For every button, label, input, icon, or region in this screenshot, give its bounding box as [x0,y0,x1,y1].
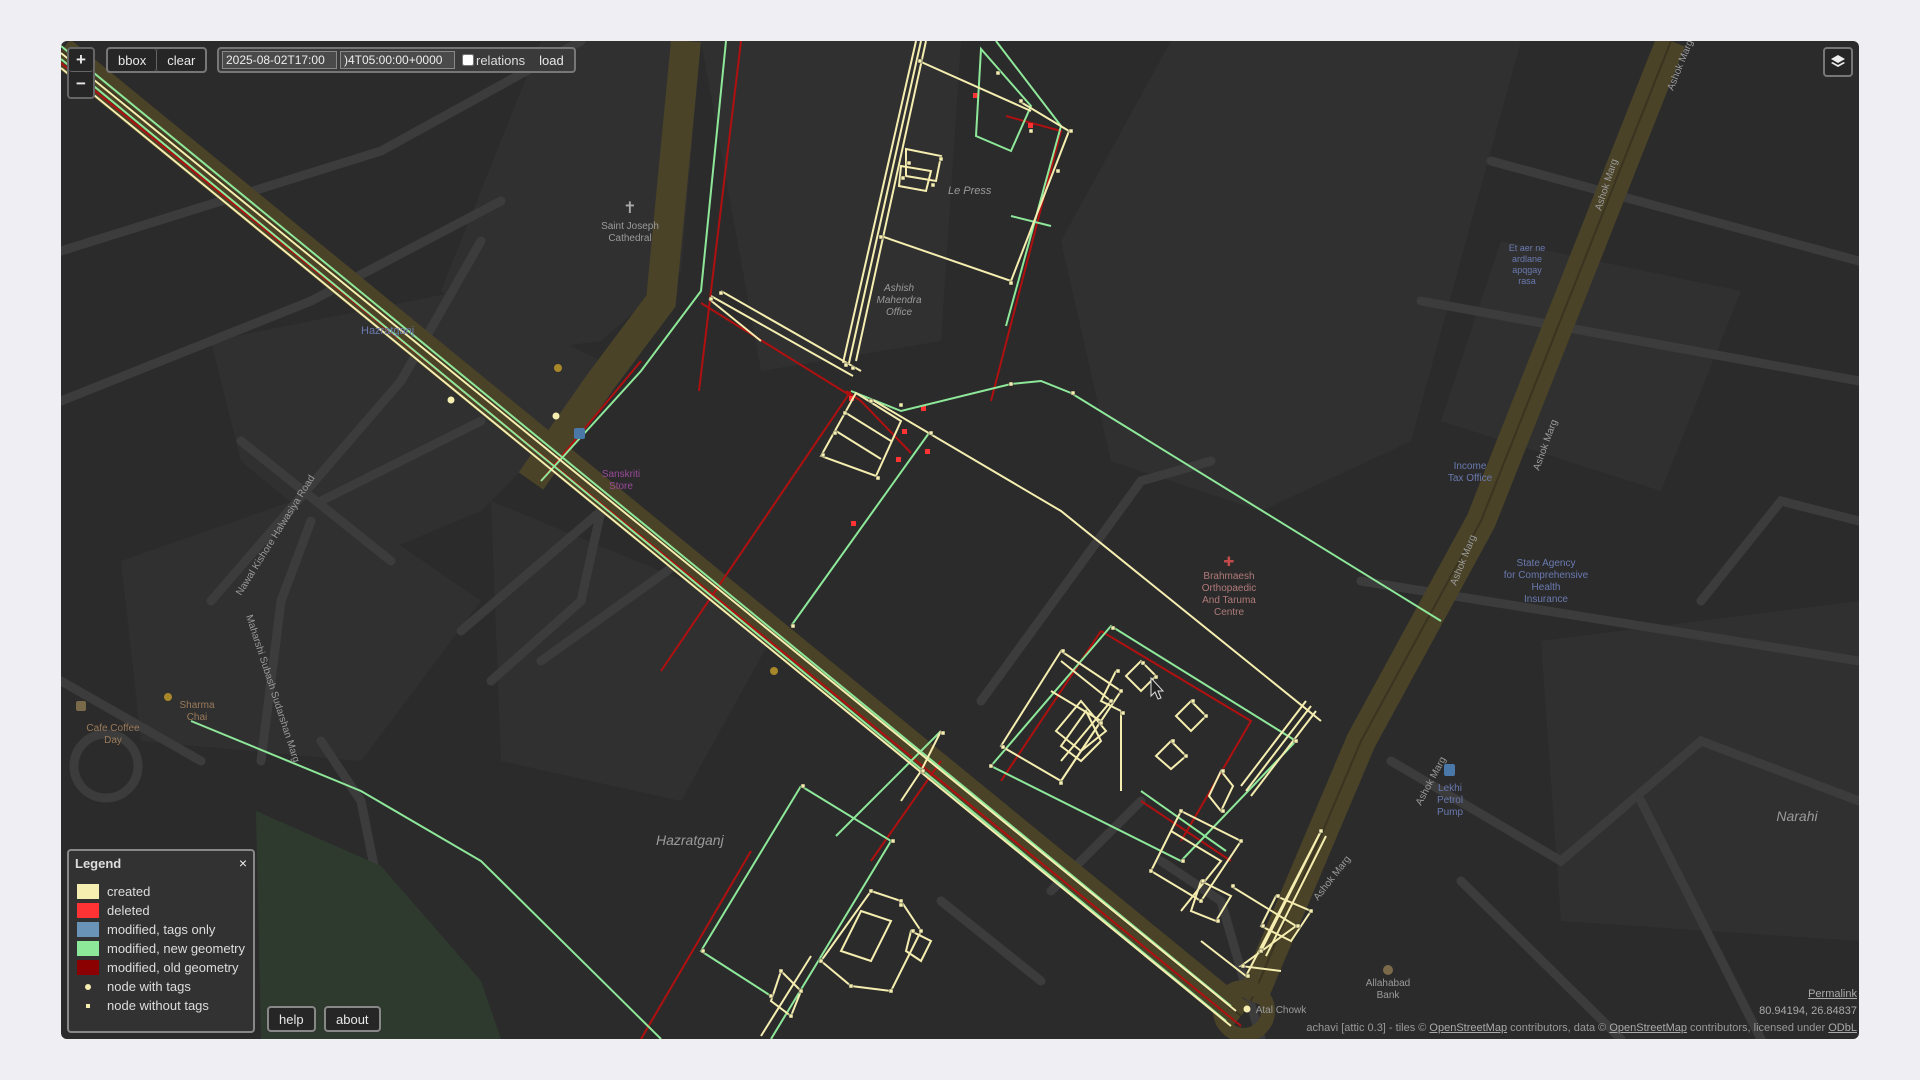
map-canvas[interactable]: ✝ ✚ Saint Joseph Cathedral Hazratganj Haz… [61,41,1859,1039]
legend-panel: Legend × created deleted modified, tags … [67,849,255,1033]
label-income-tax-1: Income [1454,461,1487,472]
help-button[interactable]: help [267,1006,316,1032]
label-le-press: Le Press [948,185,992,197]
coordinates-readout: 80.94194, 26.84837 [1759,1005,1857,1017]
label-kiosk-4: rasa [1518,276,1536,286]
label-kiosk-3: apqgay [1512,265,1542,275]
label-sanskriti-1: Sanskriti [602,469,640,480]
legend-item-tags-only: modified, tags only [69,920,253,939]
label-atal-chowk: Atal Chowk [1256,1005,1308,1016]
label-state-agency-1: State Agency [1517,558,1576,569]
legend-item-deleted: deleted [69,901,253,920]
relations-option[interactable]: relations [458,53,529,68]
permalink-link[interactable]: Permalink [1808,988,1857,1000]
label-kiosk-2: ardlane [1512,254,1542,264]
label-office-2: Mahendra [876,295,921,306]
map-viewport[interactable]: ✝ ✚ Saint Joseph Cathedral Hazratganj Haz… [61,41,1859,1039]
svg-text:IncomeTax Office: Income Tax Office [1448,461,1493,484]
label-allahabad-2: Bank [1377,990,1401,1001]
legend-item-new-geometry: modified, new geometry [69,939,253,958]
svg-text:✝: ✝ [623,198,636,217]
label-office-3: Office [886,307,913,318]
about-button[interactable]: about [324,1006,381,1032]
time-range-controls: relations load [217,47,576,73]
odbl-link[interactable]: ODbL [1828,1022,1857,1034]
legend-swatch-old-geometry [77,960,99,975]
label-hazratganj-top: Hazratganj [361,325,414,337]
attribution-prefix: achavi [attic 0.3] - tiles © [1306,1022,1430,1034]
zoom-out-button[interactable]: − [69,72,93,95]
legend-swatch-deleted [77,903,99,918]
label-brahmaesh-1: Brahmaesh [1203,571,1254,582]
label-cathedral-2: Cathedral [608,233,651,244]
bbox-button[interactable]: bbox [108,49,158,71]
attribution-mid-2: contributors, licensed under [1687,1022,1829,1034]
label-cafe-2: Day [104,735,122,746]
label-allahabad-1: Allahabad [1366,978,1410,989]
tagged-node-icon [85,983,91,990]
relations-label: relations [476,52,526,68]
clear-button[interactable]: clear [157,49,206,71]
legend-close-button[interactable]: × [239,855,247,871]
label-income-tax-2: Tax Office [1448,473,1493,484]
label-cathedral-1: Saint Joseph [601,221,659,232]
legend-item-old-geometry: modified, old geometry [69,958,253,977]
label-office-1: Ashish [883,283,914,294]
svg-text:LekhiPetrolPump: Lekhi Petrol Pump [1437,783,1464,818]
label-lekhi-3: Pump [1437,807,1464,818]
legend-item-node-tags: node with tags [69,977,253,996]
untagged-node-icon [86,1003,90,1008]
label-lekhi-2: Petrol [1437,795,1463,806]
label-narahi: Narahi [1776,808,1818,824]
osm-link-1[interactable]: OpenStreetMap [1429,1022,1507,1034]
osm-link-2[interactable]: OpenStreetMap [1609,1022,1687,1034]
label-cafe-1: Cafe Coffee [86,723,140,734]
load-button[interactable]: load [532,50,571,70]
attribution: achavi [attic 0.3] - tiles © OpenStreetM… [1306,1022,1857,1034]
mouse-cursor [1150,676,1165,700]
zoom-in-button[interactable]: + [69,49,93,72]
label-brahmaesh-3: And Taruma [1202,595,1256,606]
label-lekhi-1: Lekhi [1438,783,1462,794]
label-brahmaesh-2: Orthopaedic [1202,583,1256,594]
legend-swatch-new-geometry [77,941,99,956]
legend-title: Legend [75,856,122,871]
label-state-agency-2: for Comprehensive [1504,570,1589,581]
layers-icon [1831,55,1845,67]
legend-swatch-created [77,884,99,899]
label-state-agency-3: Health [1532,582,1561,593]
label-kiosk-1: Et aer ne [1509,243,1546,253]
label-sharma-2: Chai [187,712,208,723]
svg-text:State Agencyfor ComprehensiveH: State Agency for Comprehensive Health Insur… [1504,558,1589,605]
svg-text:AllahabadBank: Allahabad Bank [1366,978,1410,1001]
time-to-input[interactable] [340,51,455,69]
legend-item-node-no-tags: node without tags [69,996,253,1015]
svg-text:BrahmaeshOrthopaedicAnd Taruma: Brahmaesh Orthopaedic And Taruma Centre [1202,571,1257,618]
label-brahmaesh-4: Centre [1214,607,1244,618]
svg-text:Saint JosephCathedral: Saint Joseph Cathedral [601,221,659,244]
park-area [256,811,501,1039]
zoom-control: + − [67,47,95,99]
svg-text:✚: ✚ [1224,555,1235,570]
relations-checkbox[interactable] [462,54,474,66]
time-from-input[interactable] [222,51,337,69]
attribution-mid-1: contributors, data © [1507,1022,1610,1034]
legend-item-created: created [69,882,253,901]
label-state-agency-4: Insurance [1524,594,1568,605]
layers-button[interactable] [1823,47,1853,77]
label-sanskriti-2: Store [609,481,633,492]
legend-swatch-tags-only [77,922,99,937]
bbox-controls: bbox clear [106,47,208,73]
label-hazratganj: Hazratganj [656,832,725,848]
label-sharma-1: Sharma [179,700,214,711]
